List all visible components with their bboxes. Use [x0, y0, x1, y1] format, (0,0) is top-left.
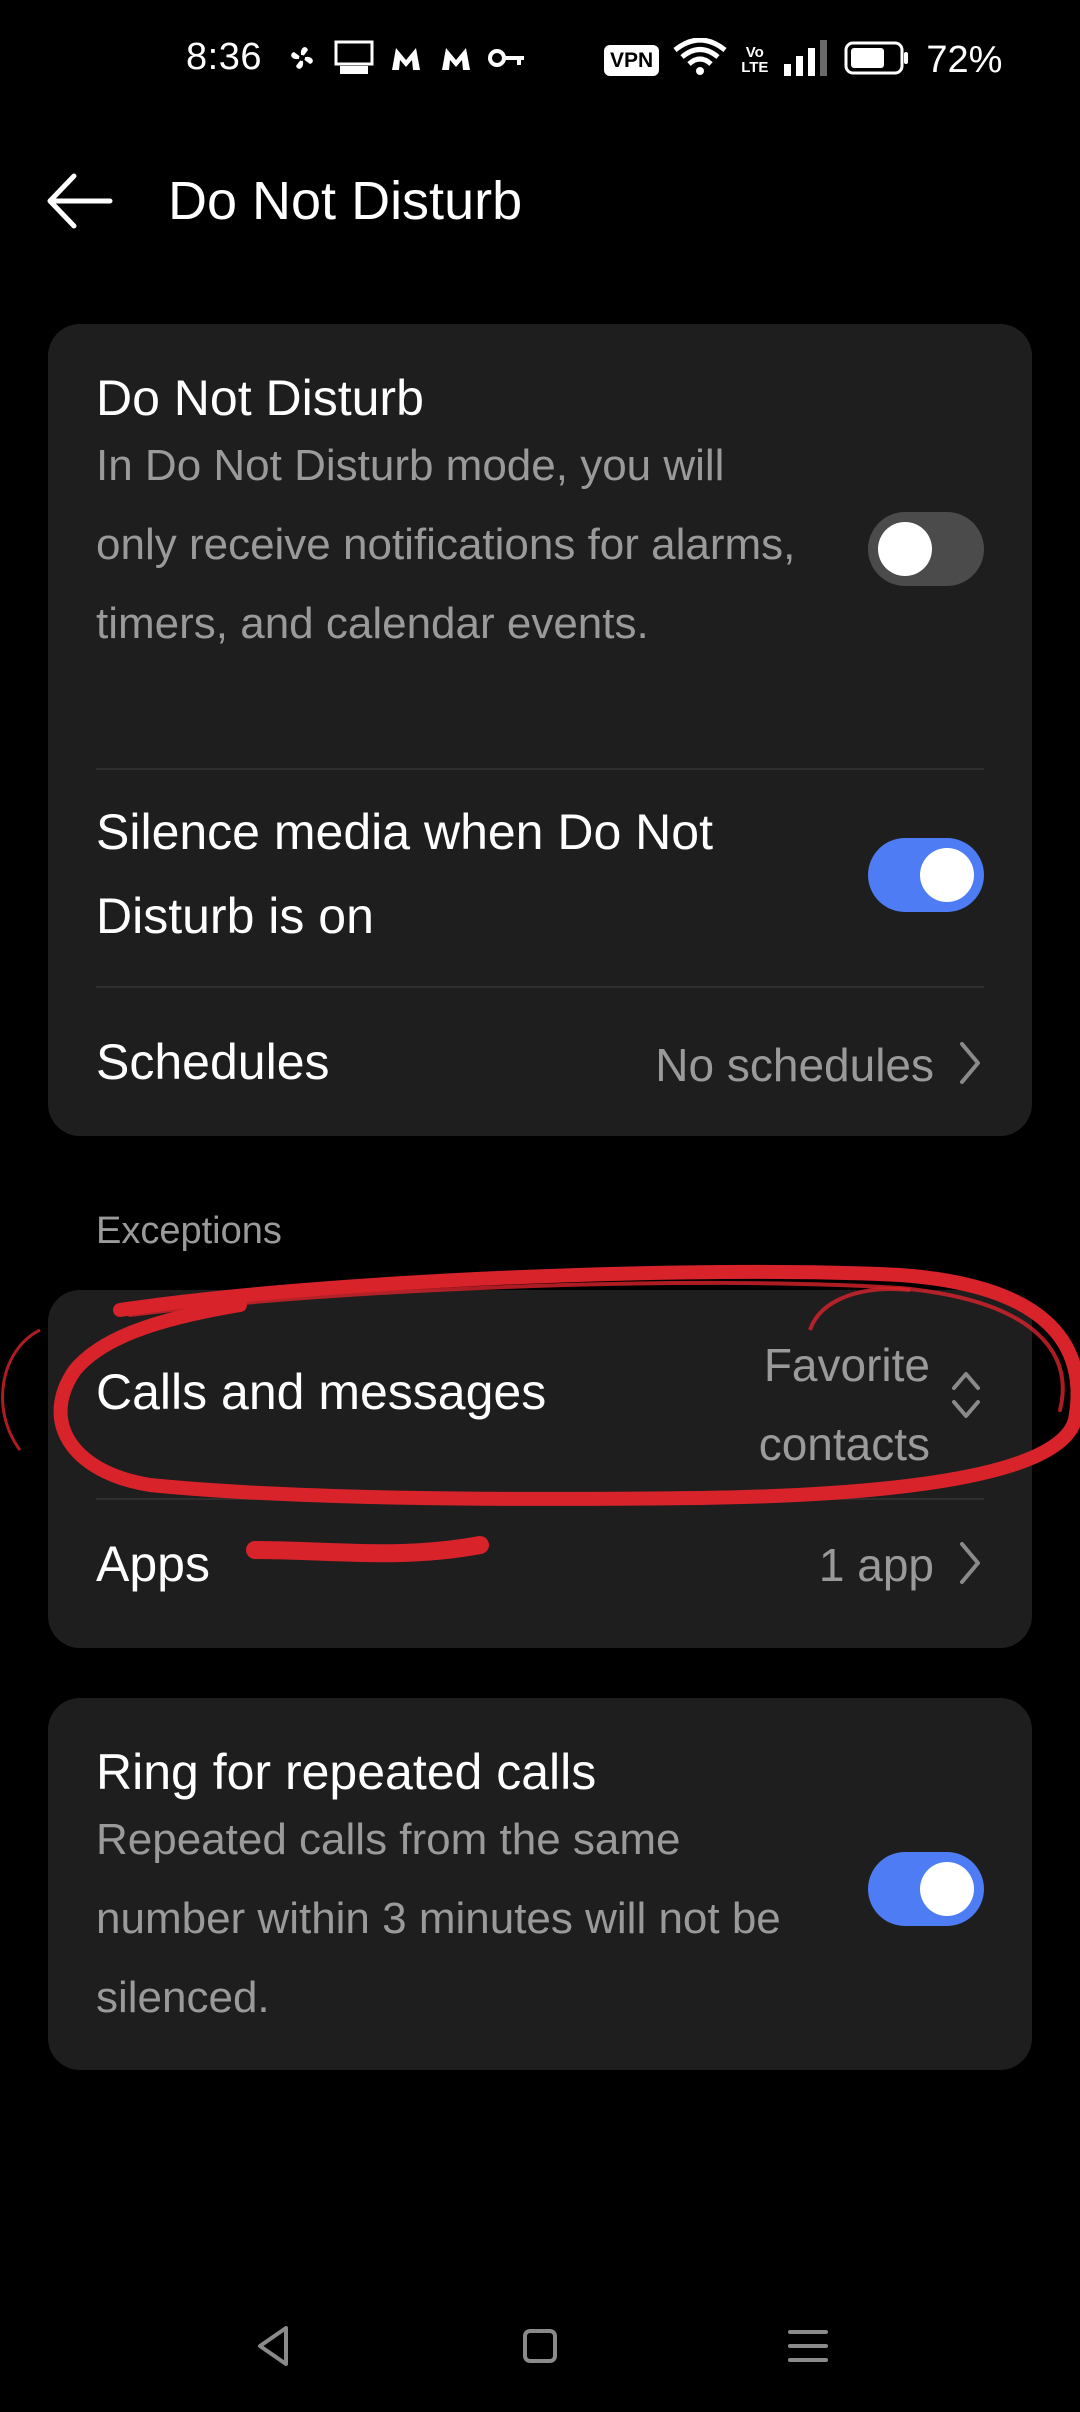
- wifi-icon: [673, 37, 727, 83]
- back-arrow-icon: [47, 173, 113, 229]
- back-button[interactable]: [40, 166, 120, 236]
- pinwheel-icon: [284, 40, 320, 81]
- silence-media-toggle[interactable]: [868, 838, 984, 912]
- repeat-calls-card: Ring for repeated calls Repeated calls f…: [48, 1698, 1032, 2070]
- vpn-badge: VPN: [604, 44, 660, 76]
- status-bar: 8:36 VPN Vo LTE 72%: [0, 0, 1080, 124]
- signal-icon: [782, 39, 830, 81]
- fox-business-icon: [334, 38, 374, 83]
- chevron-right-icon: [960, 1542, 980, 1584]
- calls-messages-row[interactable]: Calls and messages Favorite contacts: [96, 1290, 984, 1500]
- dnd-description: In Do Not Disturb mode, you will only re…: [96, 441, 796, 648]
- silence-media-title: Silence media when Do Not Disturb is on: [96, 804, 713, 944]
- calls-messages-title: Calls and messages: [96, 1364, 547, 1420]
- schedules-row[interactable]: Schedules No schedules: [96, 988, 984, 1136]
- malwarebytes-icon: [438, 40, 474, 81]
- exceptions-card: Calls and messages Favorite contacts App…: [48, 1290, 1032, 1648]
- apps-title: Apps: [96, 1536, 210, 1592]
- header: Do Not Disturb: [0, 150, 1080, 250]
- silence-media-row[interactable]: Silence media when Do Not Disturb is on: [96, 790, 984, 958]
- home-icon: [523, 2329, 557, 2363]
- apps-value: 1 app: [818, 1539, 934, 1591]
- dnd-settings-card: Do Not Disturb In Do Not Disturb mode, y…: [48, 324, 1032, 1136]
- toggle-knob: [920, 848, 974, 902]
- nav-recents-button[interactable]: [778, 2316, 838, 2376]
- chevron-up-down-icon: [952, 1372, 980, 1418]
- volte-bottom: LTE: [741, 59, 769, 76]
- repeat-calls-description: Repeated calls from the same number with…: [96, 1815, 781, 2022]
- divider: [96, 768, 984, 770]
- volte-icon: Vo LTE: [741, 45, 768, 75]
- exceptions-section-label: Exceptions: [96, 1210, 282, 1252]
- vpn-key-icon: [488, 43, 528, 78]
- back-icon: [258, 2326, 288, 2366]
- toggle-knob: [878, 522, 932, 576]
- navigation-bar: [0, 2310, 1080, 2380]
- volte-top: Vo: [745, 44, 764, 61]
- nav-home-button[interactable]: [510, 2316, 570, 2376]
- recents-icon: [788, 2330, 828, 2362]
- status-time: 8:36: [186, 36, 262, 78]
- calls-messages-value: Favorite contacts: [758, 1339, 930, 1470]
- nav-back-button[interactable]: [244, 2316, 304, 2376]
- page-title: Do Not Disturb: [168, 171, 523, 231]
- dnd-toggle[interactable]: [868, 512, 984, 586]
- chevron-right-icon: [960, 1042, 980, 1084]
- system-icons: VPN Vo LTE 72%: [604, 36, 1002, 84]
- battery-percent: 72%: [926, 38, 1003, 81]
- notification-icons: [284, 38, 528, 82]
- apps-row[interactable]: Apps 1 app: [96, 1500, 984, 1648]
- repeat-calls-toggle[interactable]: [868, 1852, 984, 1926]
- repeat-calls-row[interactable]: Ring for repeated calls Repeated calls f…: [96, 1730, 984, 2050]
- malwarebytes-icon: [388, 40, 424, 81]
- dnd-toggle-row[interactable]: Do Not Disturb In Do Not Disturb mode, y…: [96, 356, 984, 776]
- toggle-knob: [920, 1862, 974, 1916]
- schedules-title: Schedules: [96, 1034, 330, 1090]
- schedules-value: No schedules: [655, 1039, 934, 1091]
- battery-icon: [844, 40, 910, 81]
